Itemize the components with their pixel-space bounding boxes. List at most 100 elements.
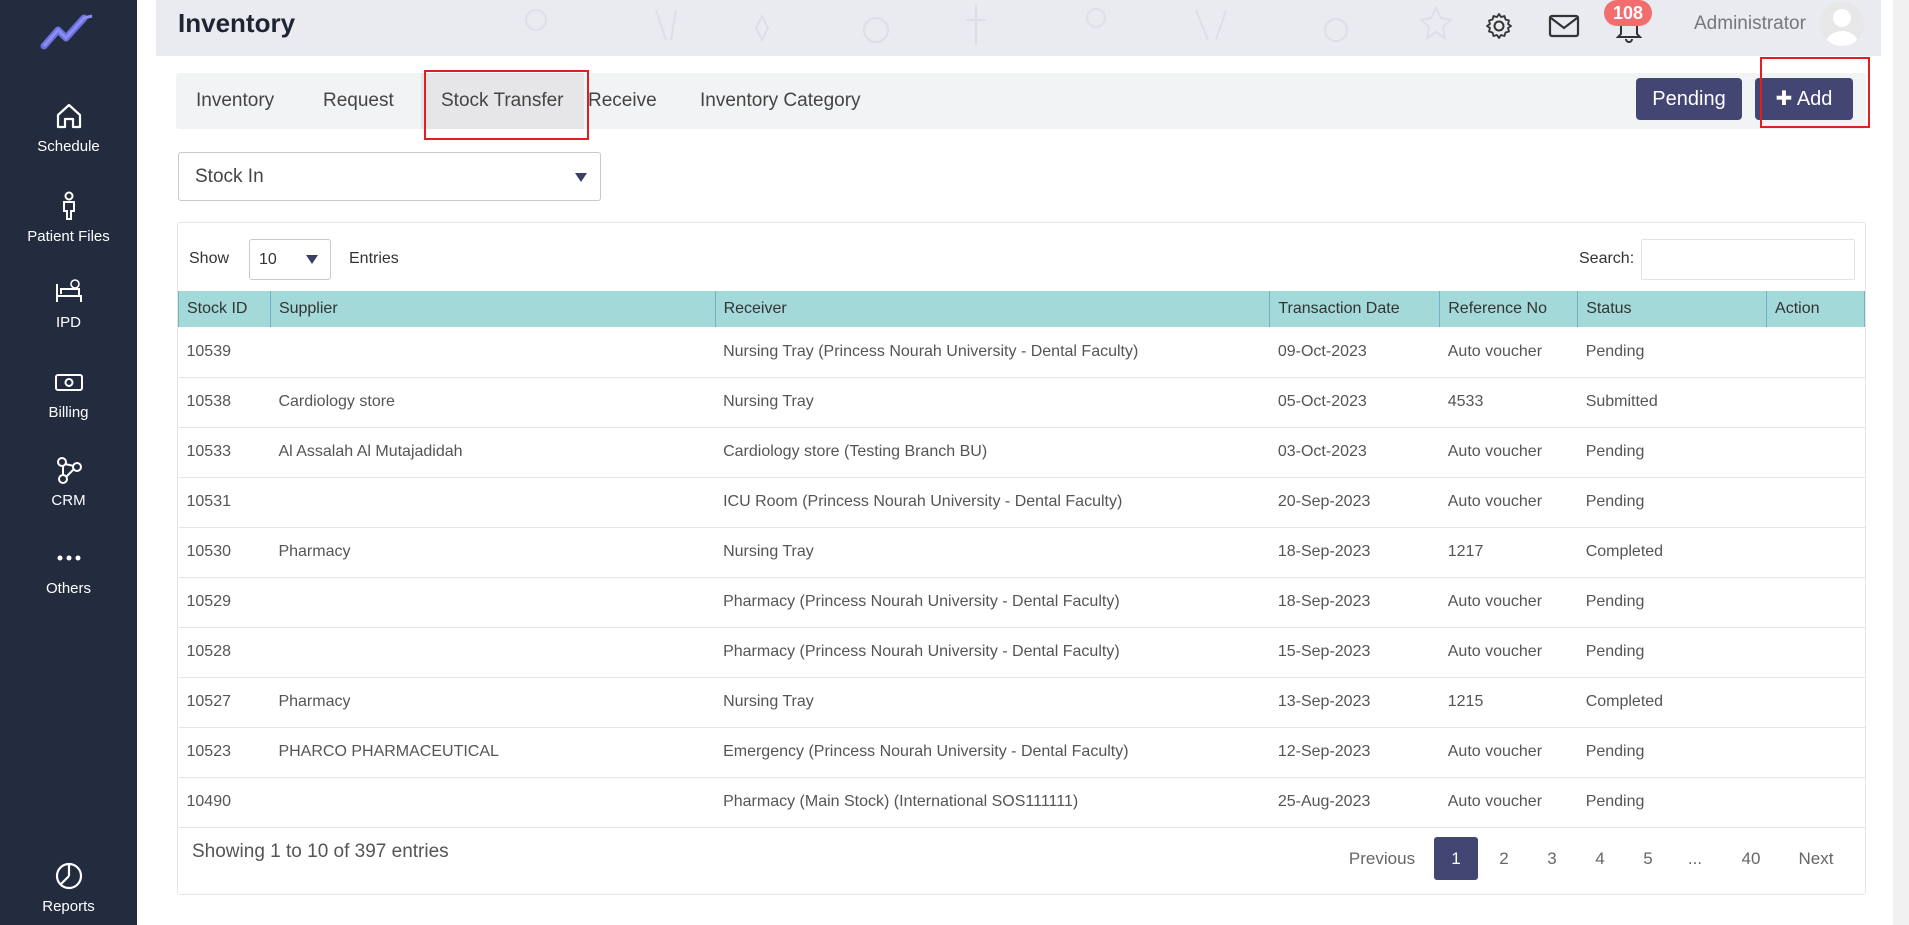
pagination-page-3[interactable]: 3 (1530, 837, 1574, 880)
show-label: Show (189, 250, 230, 267)
cell-receiver: Pharmacy (Princess Nourah University - D… (715, 627, 1270, 678)
entries-value: 10 (259, 251, 277, 268)
entries-label: Entries (349, 250, 399, 267)
cell-supplier (270, 577, 716, 628)
bed-icon (55, 279, 82, 302)
cell-action[interactable] (1766, 527, 1865, 578)
tab-inventory-category[interactable]: Inventory Category (680, 73, 881, 129)
cell-action[interactable] (1766, 677, 1865, 728)
pagination-page-1[interactable]: 1 (1434, 837, 1478, 880)
cell-transaction-date: 18-Sep-2023 (1269, 527, 1440, 578)
cell-action[interactable] (1766, 777, 1865, 828)
sidebar-item-ipd[interactable]: IPD (0, 276, 137, 331)
tab-inventory[interactable]: Inventory (176, 73, 294, 129)
pending-button[interactable]: Pending (1636, 78, 1742, 120)
pagination-next[interactable]: Next (1786, 837, 1846, 880)
table-row[interactable]: 10528 Pharmacy (Princess Nourah Universit… (178, 627, 1865, 678)
table-row[interactable]: 10531 ICU Room (Princess Nourah Universit… (178, 477, 1865, 528)
person-icon (62, 191, 75, 220)
chevron-down-icon (575, 173, 587, 182)
table-row[interactable]: 10538 Cardiology store Nursing Tray 05-Oct-… (178, 377, 1865, 428)
pagination-page-4[interactable]: 4 (1578, 837, 1622, 880)
stock-transfer-table: Stock ID Supplier Receiver Transaction D… (178, 291, 1865, 828)
cell-stock-id: 10523 (178, 727, 271, 778)
cell-reference-no: 1217 (1439, 527, 1578, 578)
page-scrollbar[interactable] (1893, 0, 1909, 925)
cell-transaction-date: 03-Oct-2023 (1269, 427, 1440, 478)
sidebar-item-crm[interactable]: CRM (0, 454, 137, 509)
table-row[interactable]: 10539 Nursing Tray (Princess Nourah Unive… (178, 327, 1865, 378)
sidebar-item-patient-files[interactable]: Patient Files (0, 190, 137, 245)
cell-receiver: Nursing Tray (715, 677, 1270, 728)
table-row[interactable]: 10533 Al Assalah Al Mutajadidah Cardiology… (178, 427, 1865, 478)
cell-reference-no: Auto voucher (1439, 627, 1578, 678)
header-decoration (525, 5, 1454, 45)
sidebar-item-label: Schedule (37, 138, 100, 155)
cell-reference-no: Auto voucher (1439, 327, 1578, 378)
cell-action[interactable] (1766, 627, 1865, 678)
cell-reference-no: 1215 (1439, 677, 1578, 728)
stock-type-select[interactable]: Stock In (178, 152, 601, 201)
column-header-reference-no[interactable]: Reference No (1439, 291, 1579, 327)
mail-icon[interactable] (1548, 10, 1580, 42)
cell-reference-no: Auto voucher (1439, 427, 1578, 478)
cell-receiver: Nursing Tray (Princess Nourah University… (715, 327, 1270, 378)
cell-action[interactable] (1766, 477, 1865, 528)
app-logo-icon[interactable] (40, 12, 96, 52)
cell-stock-id: 10529 (178, 577, 271, 628)
table-row[interactable]: 10523 PHARCO PHARMACEUTICAL Emergency (Pri… (178, 727, 1865, 778)
cell-receiver: Pharmacy (Princess Nourah University - D… (715, 577, 1270, 628)
column-header-action: Action (1766, 291, 1865, 327)
cell-action[interactable] (1766, 427, 1865, 478)
pagination-page-5[interactable]: 5 (1626, 837, 1670, 880)
pagination-previous[interactable]: Previous (1336, 837, 1428, 880)
cell-status: Pending (1577, 627, 1767, 678)
cell-status: Pending (1577, 727, 1767, 778)
column-header-transaction-date[interactable]: Transaction Date (1269, 291, 1441, 327)
table-row[interactable]: 10527 Pharmacy Nursing Tray 13-Sep-2023 1215… (178, 677, 1865, 728)
cell-stock-id: 10539 (178, 327, 271, 378)
more-dots-icon (57, 555, 80, 561)
cell-action[interactable] (1766, 377, 1865, 428)
cell-status: Submitted (1577, 377, 1767, 428)
avatar[interactable] (1820, 2, 1864, 46)
tab-request[interactable]: Request (303, 73, 414, 129)
cell-action[interactable] (1766, 727, 1865, 778)
sidebar-item-label: Others (45, 580, 91, 597)
gear-icon[interactable] (1483, 10, 1515, 42)
pie-chart-icon (55, 862, 82, 890)
money-icon (54, 374, 83, 391)
cell-supplier: Al Assalah Al Mutajadidah (270, 427, 716, 478)
sidebar-item-reports[interactable]: Reports (0, 860, 137, 915)
sidebar-item-label: Reports (42, 898, 95, 915)
search-input[interactable] (1641, 239, 1855, 280)
sidebar-item-schedule[interactable]: Schedule (0, 100, 137, 155)
home-icon (56, 103, 81, 129)
entries-select[interactable]: 10 (249, 239, 331, 280)
cell-action[interactable] (1766, 577, 1865, 628)
user-name[interactable]: Administrator (1694, 13, 1806, 35)
column-header-stock-id[interactable]: Stock ID (178, 291, 271, 327)
sidebar-item-others[interactable]: Others (0, 542, 137, 597)
sidebar-item-billing[interactable]: Billing (0, 366, 137, 421)
column-header-receiver[interactable]: Receiver (714, 291, 1271, 327)
pagination-page-2[interactable]: 2 (1482, 837, 1526, 880)
sidebar-item-label: IPD (55, 314, 81, 331)
table-row[interactable]: 10490 Pharmacy (Main Stock) (Internationa… (178, 777, 1865, 828)
cell-supplier (270, 477, 716, 528)
cell-supplier: Cardiology store (270, 377, 716, 428)
column-header-supplier[interactable]: Supplier (269, 291, 716, 327)
cell-transaction-date: 09-Oct-2023 (1269, 327, 1440, 378)
cell-status: Pending (1577, 577, 1767, 628)
cell-status: Completed (1577, 677, 1767, 728)
pagination-page-40[interactable]: 40 (1727, 837, 1775, 880)
cell-action[interactable] (1766, 327, 1865, 378)
table-row[interactable]: 10529 Pharmacy (Princess Nourah Universit… (178, 577, 1865, 628)
sidebar: Schedule Patient Files IPD Billing CRM O… (0, 0, 137, 925)
cell-supplier: Pharmacy (270, 677, 716, 728)
table-row[interactable]: 10530 Pharmacy Nursing Tray 18-Sep-2023 1217… (178, 527, 1865, 578)
cell-receiver: ICU Room (Princess Nourah University - D… (715, 477, 1270, 528)
column-header-status[interactable]: Status (1577, 291, 1768, 327)
cell-stock-id: 10490 (178, 777, 271, 828)
user-avatar-icon (1825, 9, 1859, 46)
